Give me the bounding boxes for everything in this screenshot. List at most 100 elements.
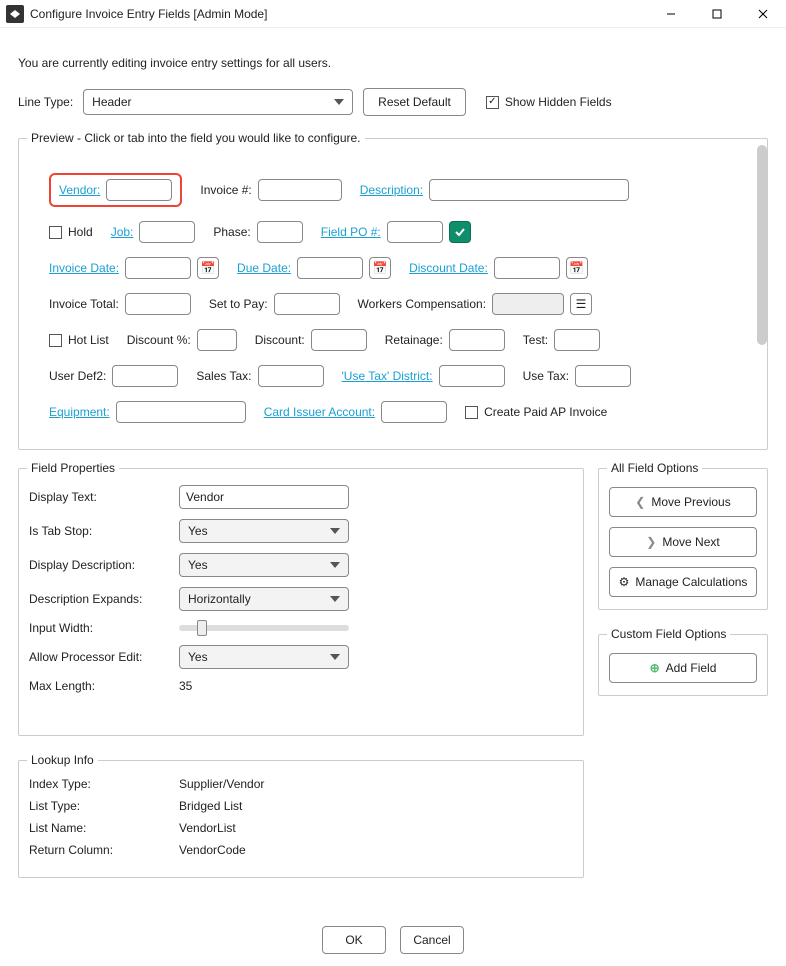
display-text-label: Display Text: — [29, 490, 179, 504]
create-paid-ap-checkbox[interactable] — [465, 406, 478, 419]
allow-proc-edit-label: Allow Processor Edit: — [29, 650, 179, 664]
calendar-icon[interactable]: 📅 — [369, 257, 391, 279]
chevron-down-icon — [330, 528, 340, 534]
equipment-label[interactable]: Equipment: — [49, 405, 110, 419]
ok-button[interactable]: OK — [322, 926, 386, 954]
job-label[interactable]: Job: — [111, 225, 134, 239]
calendar-icon[interactable]: 📅 — [566, 257, 588, 279]
discount-pct-label: Discount %: — [127, 333, 191, 347]
show-hidden-label: Show Hidden Fields — [505, 95, 612, 109]
workers-comp-input[interactable] — [492, 293, 564, 315]
display-text-input[interactable]: Vendor — [179, 485, 349, 509]
set-to-pay-label: Set to Pay: — [209, 297, 268, 311]
line-type-select[interactable]: Header — [83, 89, 353, 115]
discount-date-input[interactable] — [494, 257, 560, 279]
discount-input[interactable] — [311, 329, 367, 351]
retainage-input[interactable] — [449, 329, 505, 351]
invoice-date-label[interactable]: Invoice Date: — [49, 261, 119, 275]
maximize-button[interactable] — [694, 0, 740, 28]
user-def2-input[interactable] — [112, 365, 178, 387]
reset-default-button[interactable]: Reset Default — [363, 88, 466, 116]
chevron-down-icon — [330, 654, 340, 660]
list-name-label: List Name: — [29, 821, 179, 835]
index-type-label: Index Type: — [29, 777, 179, 791]
card-issuer-label[interactable]: Card Issuer Account: — [264, 405, 375, 419]
vendor-label[interactable]: Vendor: — [59, 183, 100, 197]
invoice-date-input[interactable] — [125, 257, 191, 279]
list-name-value: VendorList — [179, 821, 236, 835]
field-po-label[interactable]: Field PO #: — [321, 225, 381, 239]
window-title: Configure Invoice Entry Fields [Admin Mo… — [30, 7, 648, 21]
discount-pct-input[interactable] — [197, 329, 237, 351]
manage-calculations-button[interactable]: ⚙Manage Calculations — [609, 567, 757, 597]
user-def2-label: User Def2: — [49, 369, 106, 383]
display-desc-label: Display Description: — [29, 558, 179, 572]
test-input[interactable] — [554, 329, 600, 351]
allow-proc-edit-select[interactable]: Yes — [179, 645, 349, 669]
preview-area: Vendor: Invoice #: Description: Hold Job… — [29, 149, 757, 437]
test-label: Test: — [523, 333, 548, 347]
display-desc-select[interactable]: Yes — [179, 553, 349, 577]
list-type-value: Bridged List — [179, 799, 242, 813]
retainage-label: Retainage: — [385, 333, 443, 347]
chevron-down-icon — [330, 596, 340, 602]
description-input[interactable] — [429, 179, 629, 201]
use-tax-district-label[interactable]: 'Use Tax' District: — [342, 369, 433, 383]
hot-list-checkbox[interactable] — [49, 334, 62, 347]
discount-date-label[interactable]: Discount Date: — [409, 261, 488, 275]
phase-input[interactable] — [257, 221, 303, 243]
card-issuer-input[interactable] — [381, 401, 447, 423]
use-tax-input[interactable] — [575, 365, 631, 387]
create-paid-ap-label: Create Paid AP Invoice — [484, 405, 607, 419]
cancel-button[interactable]: Cancel — [400, 926, 464, 954]
field-po-action-icon[interactable] — [449, 221, 471, 243]
line-type-label: Line Type: — [18, 95, 73, 109]
due-date-label[interactable]: Due Date: — [237, 261, 291, 275]
intro-text: You are currently editing invoice entry … — [18, 56, 768, 70]
is-tab-stop-select[interactable]: Yes — [179, 519, 349, 543]
field-po-input[interactable] — [387, 221, 443, 243]
workers-comp-list-icon[interactable]: ☰ — [570, 293, 592, 315]
add-icon: ⊕ — [650, 661, 660, 675]
desc-expands-select[interactable]: Horizontally — [179, 587, 349, 611]
vendor-input[interactable] — [106, 179, 172, 201]
invoice-num-input[interactable] — [258, 179, 342, 201]
line-type-value: Header — [92, 95, 131, 109]
set-to-pay-input[interactable] — [274, 293, 340, 315]
invoice-total-input[interactable] — [125, 293, 191, 315]
equipment-input[interactable] — [116, 401, 246, 423]
max-length-value: 35 — [179, 679, 192, 693]
chevron-down-icon — [330, 562, 340, 568]
chevron-right-icon: ❯ — [646, 535, 656, 549]
sales-tax-input[interactable] — [258, 365, 324, 387]
minimize-button[interactable] — [648, 0, 694, 28]
preview-legend: Preview - Click or tab into the field yo… — [27, 131, 365, 145]
move-previous-button[interactable]: ❮Move Previous — [609, 487, 757, 517]
discount-label: Discount: — [255, 333, 305, 347]
input-width-slider[interactable] — [179, 625, 349, 631]
job-input[interactable] — [139, 221, 195, 243]
preview-scrollbar[interactable] — [753, 145, 767, 443]
gear-icon: ⚙ — [619, 575, 630, 589]
input-width-label: Input Width: — [29, 621, 179, 635]
use-tax-district-input[interactable] — [439, 365, 505, 387]
slider-thumb[interactable] — [197, 620, 207, 636]
hold-checkbox[interactable] — [49, 226, 62, 239]
workers-comp-label: Workers Compensation: — [358, 297, 487, 311]
is-tab-stop-label: Is Tab Stop: — [29, 524, 179, 538]
description-label[interactable]: Description: — [360, 183, 423, 197]
chevron-left-icon: ❮ — [635, 495, 645, 509]
invoice-num-label: Invoice #: — [200, 183, 251, 197]
app-icon — [6, 5, 24, 23]
add-field-button[interactable]: ⊕Add Field — [609, 653, 757, 683]
close-button[interactable] — [740, 0, 786, 28]
scrollbar-thumb[interactable] — [757, 145, 767, 345]
move-next-button[interactable]: ❯Move Next — [609, 527, 757, 557]
show-hidden-checkbox[interactable]: ✓ — [486, 96, 499, 109]
sales-tax-label: Sales Tax: — [196, 369, 251, 383]
due-date-input[interactable] — [297, 257, 363, 279]
hold-label: Hold — [68, 225, 93, 239]
calendar-icon[interactable]: 📅 — [197, 257, 219, 279]
invoice-total-label: Invoice Total: — [49, 297, 119, 311]
vendor-field-highlight[interactable]: Vendor: — [49, 173, 182, 207]
